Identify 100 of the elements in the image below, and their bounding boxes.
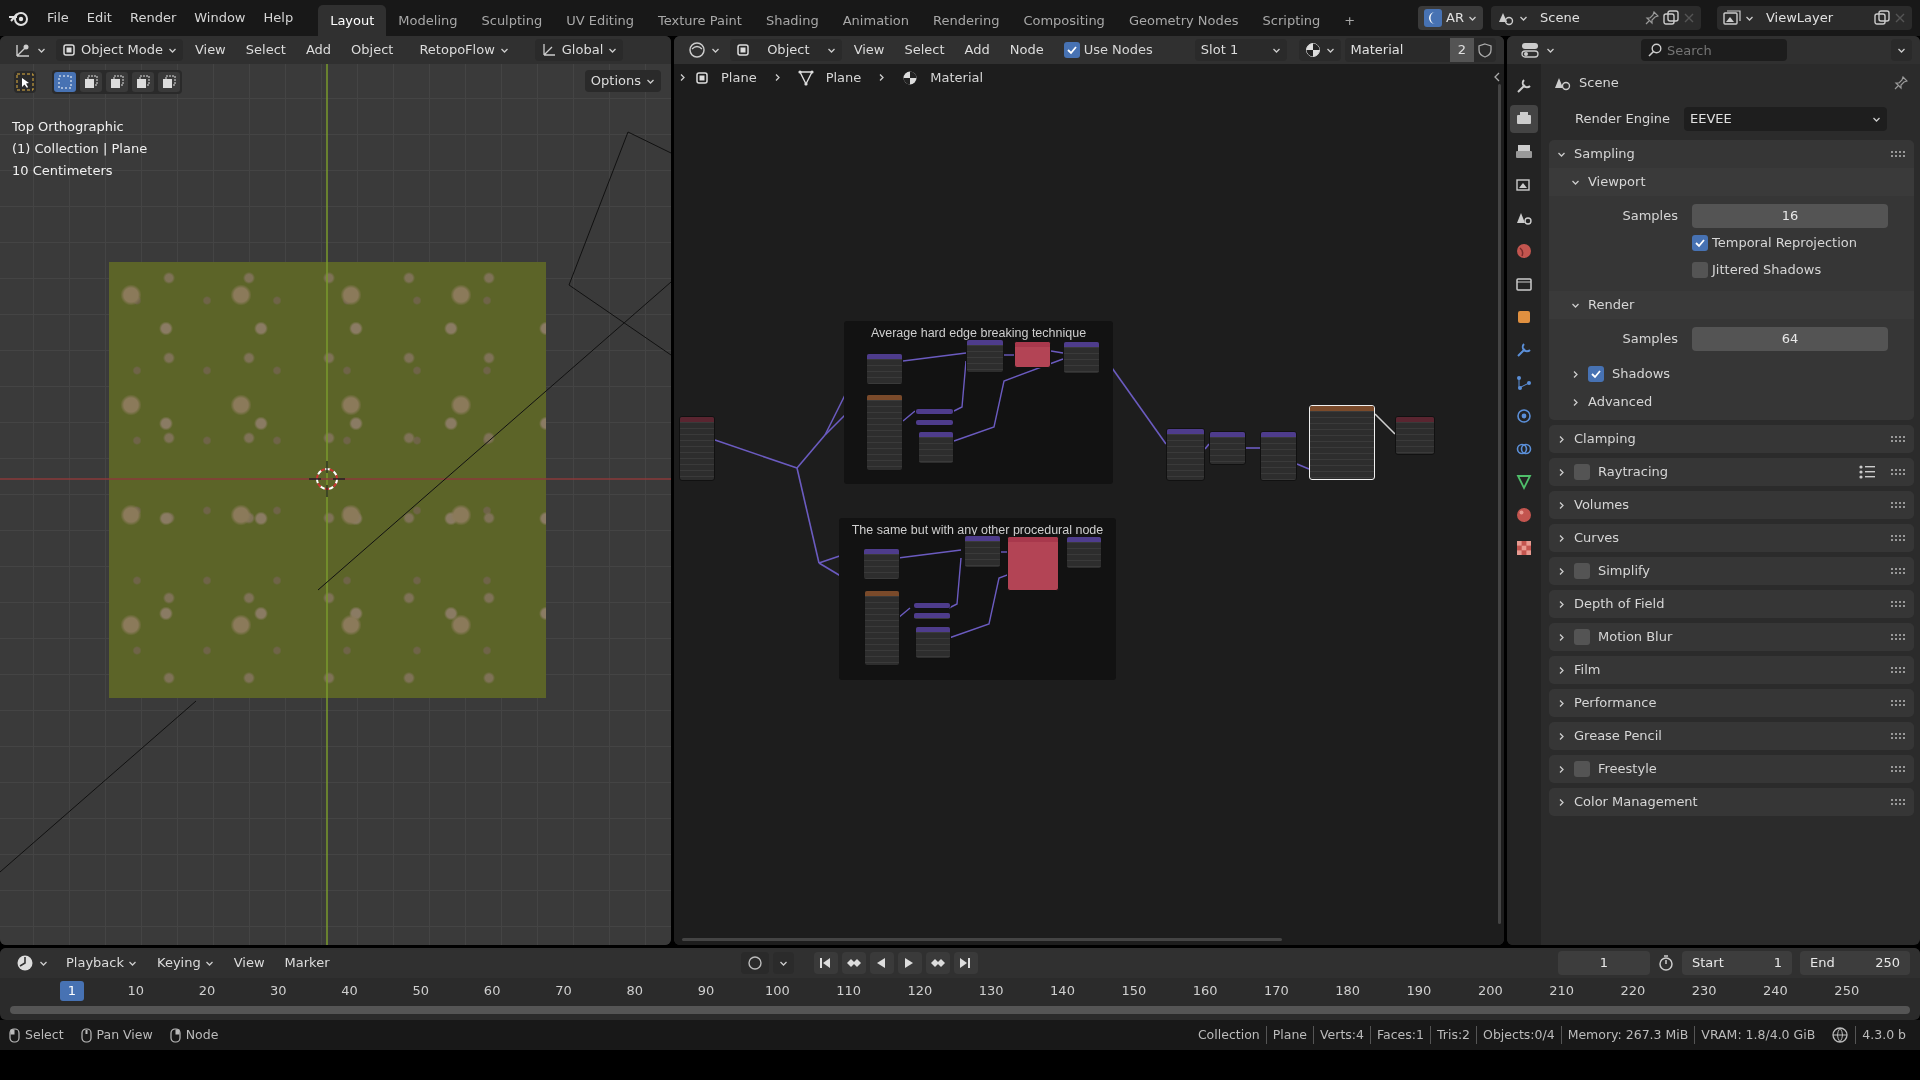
breadcrumb-item[interactable]: Material bbox=[930, 68, 984, 88]
vertical-scrollbar[interactable] bbox=[1498, 84, 1501, 924]
next-keyframe-button[interactable] bbox=[926, 952, 951, 974]
node-frame[interactable]: Average hard edge breaking technique bbox=[844, 321, 1113, 484]
node[interactable] bbox=[913, 612, 951, 620]
panel-header[interactable]: Color Management bbox=[1549, 788, 1914, 816]
panel-header[interactable]: Motion Blur bbox=[1549, 623, 1914, 651]
add-workspace-button[interactable]: + bbox=[1332, 4, 1368, 36]
node[interactable] bbox=[866, 394, 903, 471]
workspace-tab[interactable]: Geometry Nodes bbox=[1116, 4, 1251, 36]
node[interactable] bbox=[964, 535, 1001, 568]
selection-mode-button[interactable] bbox=[106, 72, 128, 92]
panel-header[interactable]: Film bbox=[1549, 656, 1914, 684]
panel-header[interactable]: Performance bbox=[1549, 689, 1914, 717]
play-button[interactable] bbox=[898, 952, 923, 974]
panel-header[interactable]: Raytracing bbox=[1549, 458, 1914, 486]
menu-item[interactable]: Render bbox=[120, 5, 186, 31]
menu-item[interactable]: View bbox=[186, 38, 234, 62]
workspace-tab[interactable]: Sculpting bbox=[469, 4, 555, 36]
mode-dropdown[interactable]: Object Mode bbox=[56, 39, 183, 61]
node[interactable] bbox=[863, 548, 900, 580]
node[interactable] bbox=[864, 590, 900, 666]
panel-header[interactable]: Shadows bbox=[1549, 360, 1914, 388]
panel-header[interactable]: Sampling bbox=[1549, 140, 1914, 168]
current-frame-field[interactable]: 1 bbox=[1558, 951, 1650, 975]
node[interactable] bbox=[866, 353, 903, 385]
material-field[interactable]: Material 2 bbox=[1344, 38, 1496, 62]
checkbox[interactable] bbox=[1574, 464, 1590, 480]
properties-tab[interactable] bbox=[1510, 105, 1538, 133]
workspace-tab[interactable]: Texture Paint bbox=[646, 4, 754, 36]
node[interactable] bbox=[679, 416, 715, 481]
node[interactable] bbox=[966, 339, 1004, 373]
options-dropdown-button[interactable] bbox=[1891, 39, 1912, 61]
keying-dropdown[interactable] bbox=[773, 952, 795, 974]
checkbox[interactable] bbox=[1063, 42, 1080, 58]
workspace-tab[interactable]: Layout bbox=[318, 4, 387, 36]
user-count[interactable]: 2 bbox=[1449, 38, 1474, 62]
orientation-dropdown[interactable]: Global bbox=[534, 39, 624, 61]
panel-header[interactable]: Advanced bbox=[1549, 388, 1914, 416]
breadcrumb-item[interactable]: Plane bbox=[721, 68, 757, 88]
node[interactable] bbox=[1014, 341, 1051, 368]
panel-header[interactable]: Simplify bbox=[1549, 557, 1914, 585]
panel-header[interactable]: Render bbox=[1549, 291, 1914, 319]
panel-header[interactable]: Viewport bbox=[1549, 168, 1914, 196]
panel-header[interactable]: Depth of Field bbox=[1549, 590, 1914, 618]
menu-item[interactable]: View bbox=[845, 38, 893, 62]
context-dropdown[interactable]: Object bbox=[730, 39, 842, 61]
checkbox[interactable] bbox=[1574, 761, 1590, 777]
search-field[interactable]: Search bbox=[1641, 39, 1787, 61]
material-browse-button[interactable] bbox=[1298, 39, 1341, 61]
panel-header[interactable]: Volumes bbox=[1549, 491, 1914, 519]
menu-item[interactable]: Keying bbox=[149, 951, 222, 975]
node[interactable] bbox=[1260, 431, 1297, 481]
checkbox[interactable] bbox=[1692, 261, 1708, 278]
checkbox[interactable] bbox=[1588, 366, 1604, 382]
selection-mode-button[interactable] bbox=[158, 72, 180, 92]
workspace-tab[interactable]: UV Editing bbox=[554, 4, 646, 36]
node[interactable] bbox=[915, 626, 951, 659]
number-field[interactable]: 16 bbox=[1692, 203, 1888, 228]
menu-item[interactable]: Edit bbox=[77, 5, 121, 31]
render-engine-dropdown[interactable]: EEVEE bbox=[1684, 107, 1887, 131]
workspace-tab[interactable]: Scripting bbox=[1250, 4, 1333, 36]
scene-selector[interactable]: Scene bbox=[1491, 6, 1701, 30]
workspace-tab[interactable]: Animation bbox=[830, 4, 921, 36]
node[interactable] bbox=[915, 408, 954, 415]
node[interactable] bbox=[915, 419, 954, 426]
node[interactable] bbox=[1166, 428, 1205, 481]
panel-header[interactable]: Freestyle bbox=[1549, 755, 1914, 783]
workspace-tab[interactable]: Shading bbox=[753, 4, 831, 36]
menu-item[interactable]: Window bbox=[185, 5, 255, 31]
menu-item[interactable]: Add bbox=[297, 38, 340, 62]
menu-item[interactable]: File bbox=[38, 5, 78, 31]
jump-end-button[interactable] bbox=[954, 952, 979, 974]
checkbox[interactable] bbox=[1692, 234, 1708, 251]
start-frame-field[interactable]: Start 1 bbox=[1682, 951, 1792, 975]
play-reverse-button[interactable] bbox=[870, 952, 895, 974]
checkbox[interactable] bbox=[1574, 563, 1590, 579]
node[interactable] bbox=[1007, 536, 1059, 591]
panel-header[interactable]: Grease Pencil bbox=[1549, 722, 1914, 750]
select-tool-button[interactable] bbox=[14, 71, 36, 93]
selection-mode-button[interactable] bbox=[132, 72, 154, 92]
selection-mode-button[interactable] bbox=[80, 72, 102, 92]
panel-header[interactable]: Curves bbox=[1549, 524, 1914, 552]
engine-menu[interactable]: AR bbox=[1418, 6, 1483, 30]
checkbox[interactable] bbox=[1574, 629, 1590, 645]
node[interactable] bbox=[1395, 416, 1435, 455]
playhead-frame[interactable]: 1 bbox=[59, 981, 84, 1001]
menu-item[interactable]: Playback bbox=[58, 951, 145, 975]
node[interactable] bbox=[1066, 536, 1102, 569]
slot-dropdown[interactable]: Slot 1 bbox=[1194, 39, 1287, 61]
panel-header[interactable]: Clamping bbox=[1549, 425, 1914, 453]
horizontal-scrollbar[interactable] bbox=[682, 938, 1282, 941]
menu-item[interactable]: Marker bbox=[276, 951, 338, 975]
number-field[interactable]: 64 bbox=[1692, 326, 1888, 351]
menu-item[interactable]: Select bbox=[896, 38, 953, 62]
jump-start-button[interactable] bbox=[814, 952, 839, 974]
addon-dropdown[interactable]: RetopoFlow bbox=[413, 39, 515, 61]
node[interactable] bbox=[918, 431, 954, 464]
end-frame-field[interactable]: End 250 bbox=[1800, 951, 1910, 975]
workspace-tab[interactable]: Modeling bbox=[386, 4, 470, 36]
